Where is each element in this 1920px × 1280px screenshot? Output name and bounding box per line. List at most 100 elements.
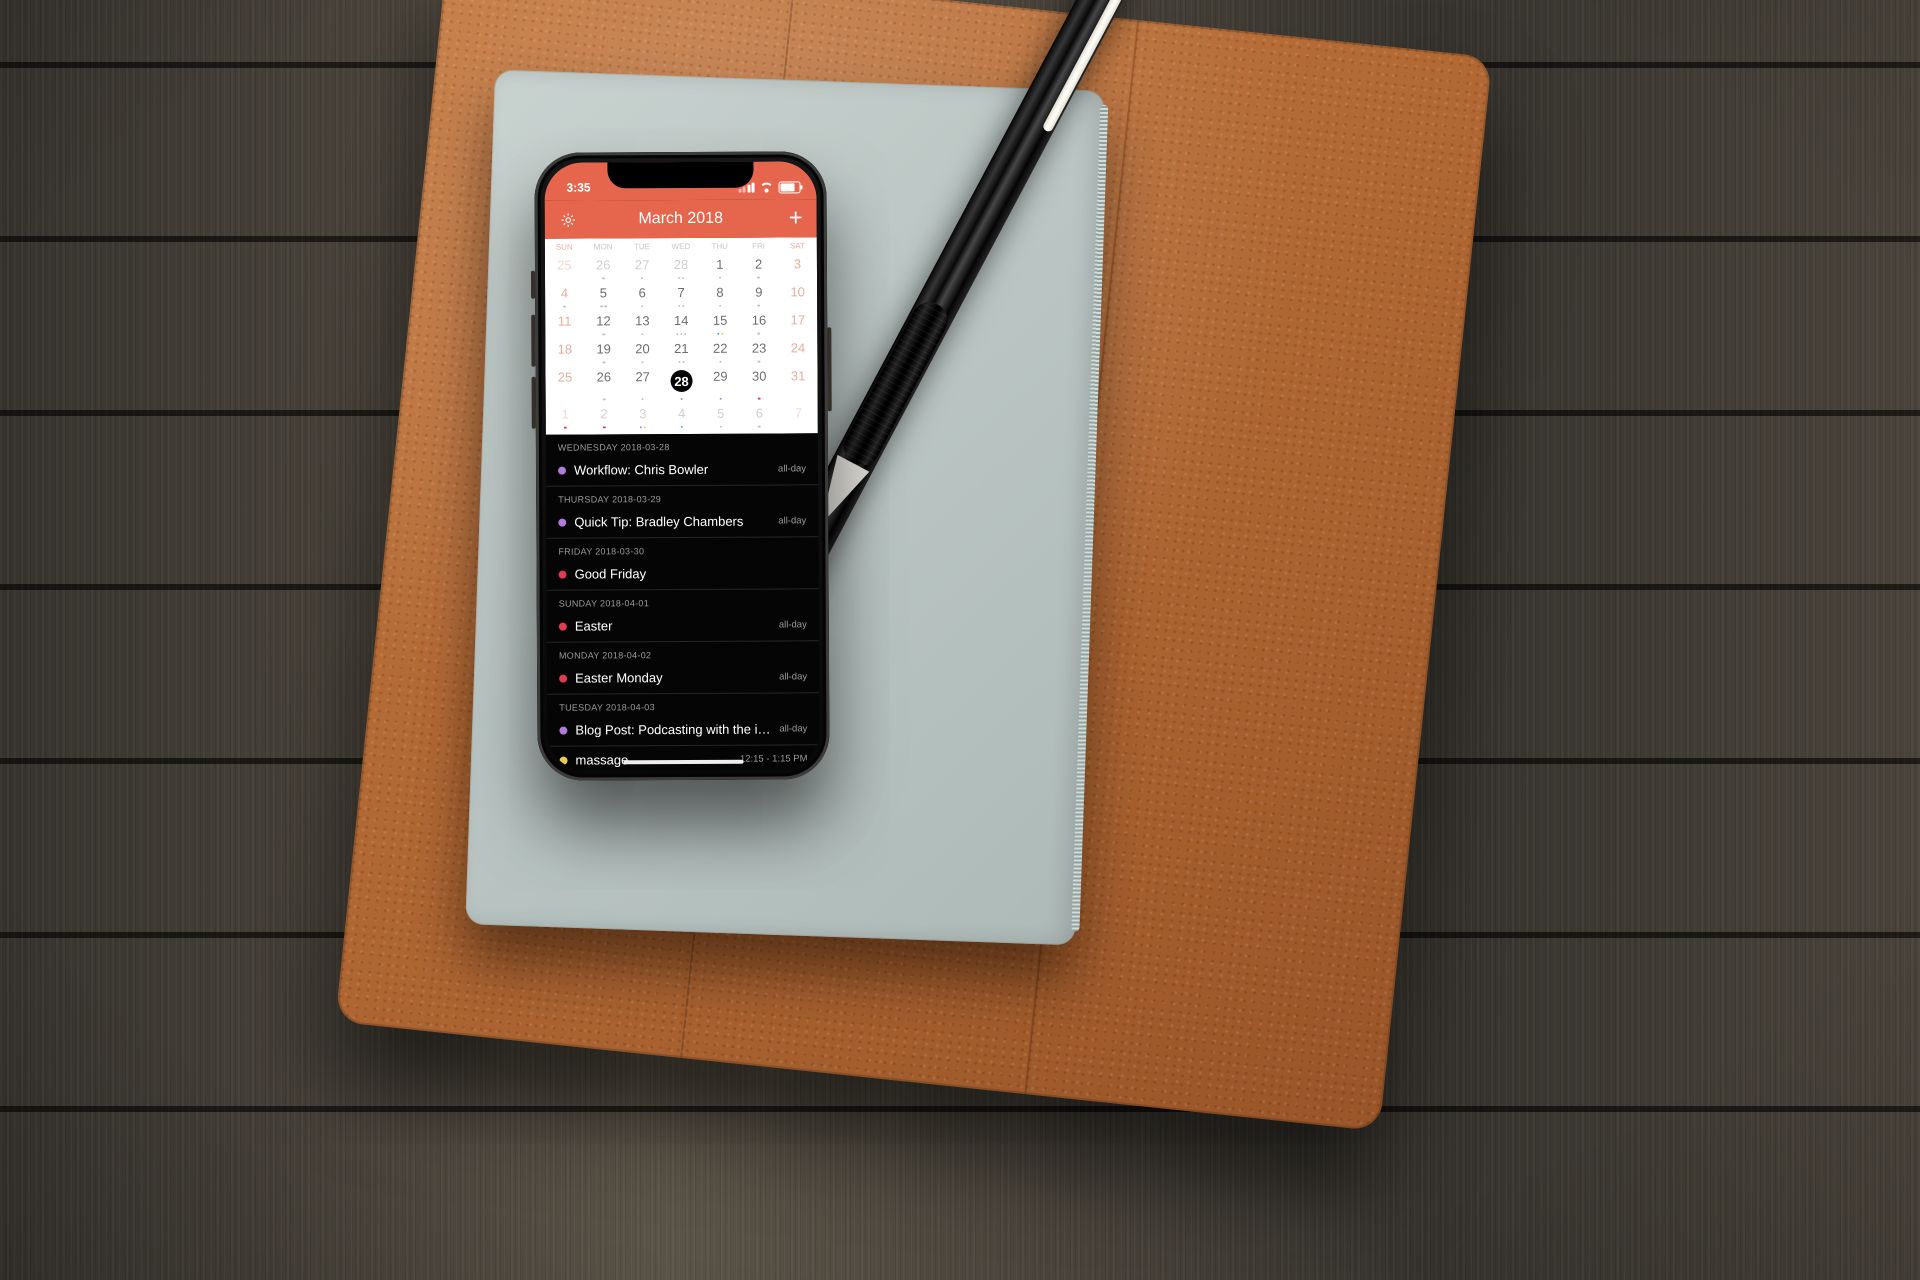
calendar-day[interactable]: 27	[623, 365, 662, 402]
month-title[interactable]: March 2018	[638, 210, 723, 228]
agenda-event[interactable]: Easter Mondayall-day	[547, 663, 819, 694]
day-number: 17	[791, 312, 806, 327]
event-dots	[701, 304, 740, 307]
calendar-day[interactable]: 10	[778, 280, 817, 308]
calendar-day[interactable]: 24	[778, 336, 817, 364]
calendar-day[interactable]: 26	[584, 253, 623, 281]
power-button	[827, 327, 831, 411]
calendar-day[interactable]: 9	[739, 280, 778, 308]
day-number: 12	[596, 313, 611, 328]
calendar-day[interactable]: 6	[740, 401, 779, 429]
calendar-day[interactable]: 16	[739, 308, 778, 336]
calendar-day[interactable]: 25	[545, 366, 584, 403]
calendar-day[interactable]: 14	[662, 309, 701, 337]
calendar-day[interactable]: 18	[545, 338, 584, 366]
calendar-day[interactable]: 11	[545, 310, 584, 338]
calendar-day[interactable]: 12	[584, 309, 623, 337]
calendar-day[interactable]: 23	[740, 336, 779, 364]
calendar-dot-icon	[560, 756, 568, 764]
weekday-label: FRI	[739, 241, 778, 250]
day-number: 29	[713, 369, 728, 384]
calendar-day[interactable]: 29	[701, 365, 740, 402]
calendar-day[interactable]: 19	[584, 337, 623, 365]
calendar-day[interactable]: 31	[779, 364, 818, 401]
day-number: 31	[791, 368, 806, 383]
day-number: 2	[600, 406, 607, 421]
weekday-label: THU	[700, 242, 739, 251]
weekday-header: SUNMONTUEWEDTHUFRISAT	[545, 237, 817, 253]
add-event-button[interactable]: +	[783, 205, 809, 231]
calendar-day[interactable]: 4	[662, 402, 701, 430]
event-time: all-day	[778, 515, 806, 526]
day-number: 8	[716, 285, 723, 300]
day-number: 10	[790, 284, 805, 299]
calendar-day[interactable]: 8	[700, 281, 739, 309]
calendar-day[interactable]: 1	[546, 403, 585, 431]
wifi-icon	[760, 183, 774, 193]
calendar-day[interactable]: 2	[739, 252, 778, 280]
day-number: 6	[639, 285, 646, 300]
event-dots	[623, 361, 662, 364]
day-number: 14	[674, 313, 689, 328]
day-number: 26	[596, 257, 611, 272]
battery-icon	[779, 181, 801, 193]
calendar-day[interactable]: 22	[701, 337, 740, 365]
event-dots	[584, 361, 623, 364]
calendar-day[interactable]: 25	[545, 254, 584, 282]
calendar-day[interactable]: 7	[779, 401, 818, 429]
calendar-day[interactable]: 2	[585, 402, 624, 430]
day-number: 18	[558, 342, 573, 357]
event-time: all-day	[779, 723, 807, 734]
calendar-day-today[interactable]: 28	[662, 365, 701, 402]
agenda-list[interactable]: WEDNESDAY 2018-03-28Workflow: Chris Bowl…	[546, 433, 820, 770]
calendar-day[interactable]: 5	[701, 402, 740, 430]
agenda-event[interactable]: Workflow: Chris Bowlerall-day	[546, 455, 818, 486]
calendar-day[interactable]: 5	[584, 281, 623, 309]
calendar-day[interactable]: 28	[661, 253, 700, 281]
event-title: Blog Post: Podcasting with the iPad…	[575, 722, 771, 738]
agenda-event[interactable]: Quick Tip: Bradley Chambersall-day	[546, 507, 818, 538]
calendar-day[interactable]: 26	[584, 365, 623, 402]
day-number: 2	[755, 257, 762, 272]
weekday-label: SUN	[545, 243, 584, 252]
calendar-day[interactable]: 7	[662, 281, 701, 309]
app-header: March 2018 +	[545, 199, 817, 238]
weekday-label: SAT	[778, 241, 817, 250]
calendar-dot-icon	[558, 518, 566, 526]
calendar-day[interactable]: 3	[623, 402, 662, 430]
agenda-section-header: THURSDAY 2018-03-29	[546, 485, 818, 508]
calendar-day[interactable]: 3	[778, 252, 817, 280]
settings-button[interactable]	[555, 207, 581, 233]
day-number: 16	[752, 313, 767, 328]
day-number: 19	[596, 341, 611, 356]
agenda-section-header: FRIDAY 2018-03-30	[546, 537, 818, 560]
calendar-day[interactable]: 15	[701, 309, 740, 337]
month-grid[interactable]: SUNMONTUEWEDTHUFRISAT 252627281234567891…	[545, 237, 818, 434]
event-dots	[623, 398, 662, 401]
day-number: 7	[677, 285, 684, 300]
event-dots	[584, 333, 623, 336]
calendar-day[interactable]: 13	[623, 309, 662, 337]
calendar-day[interactable]: 6	[623, 281, 662, 309]
agenda-event[interactable]: Blog Post: Podcasting with the iPad… all-…	[547, 715, 819, 746]
agenda-section-header: WEDNESDAY 2018-03-28	[546, 433, 818, 456]
day-number: 23	[752, 341, 767, 356]
day-number: 22	[713, 341, 728, 356]
calendar-day[interactable]: 30	[740, 364, 779, 401]
agenda-event[interactable]: Good Friday	[546, 559, 818, 590]
day-number: 6	[756, 406, 763, 421]
weekday-label: MON	[584, 242, 623, 251]
desk-surface: 3:35 March 2018 +	[0, 0, 1920, 1280]
calendar-day[interactable]: 17	[778, 308, 817, 336]
phone-screen: 3:35 March 2018 +	[544, 161, 819, 770]
agenda-event[interactable]: Easterall-day	[547, 611, 819, 642]
calendar-day[interactable]: 27	[623, 253, 662, 281]
calendar-day[interactable]: 20	[623, 337, 662, 365]
calendar-day[interactable]: 21	[662, 337, 701, 365]
calendar-day[interactable]: 1	[700, 253, 739, 281]
home-indicator[interactable]	[624, 760, 744, 765]
gear-icon	[559, 211, 576, 228]
agenda-event[interactable]: massage12:15 - 1:15 PM	[547, 745, 819, 770]
day-number: 28	[670, 370, 692, 392]
calendar-day[interactable]: 4	[545, 282, 584, 310]
